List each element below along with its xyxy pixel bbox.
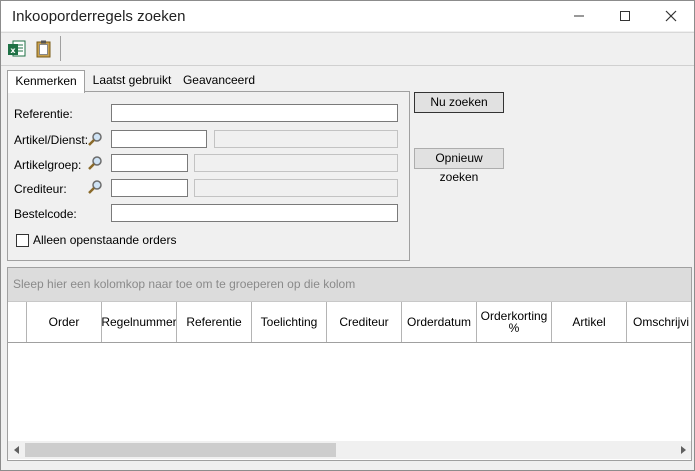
open-orders-checkbox[interactable] (16, 234, 29, 247)
close-icon (665, 10, 677, 22)
scroll-left-button[interactable] (8, 441, 25, 459)
bestelcode-label: Bestelcode: (14, 207, 77, 221)
artikelgroep-label: Artikelgroep: (14, 158, 82, 172)
column-header-artikel[interactable]: Artikel (552, 302, 627, 342)
clipboard-button[interactable] (33, 38, 55, 60)
maximize-icon (620, 11, 630, 21)
close-button[interactable] (648, 1, 694, 31)
results-grid: Sleep hier een kolomkop naar toe om te g… (7, 267, 692, 461)
group-by-panel[interactable]: Sleep hier een kolomkop naar toe om te g… (8, 268, 691, 301)
magnifier-icon[interactable] (87, 179, 103, 195)
open-orders-label[interactable]: Alleen openstaande orders (33, 233, 176, 247)
clipboard-icon (36, 40, 51, 58)
column-header-indicator[interactable] (8, 302, 27, 342)
minimize-icon (574, 15, 584, 17)
maximize-button[interactable] (602, 1, 648, 31)
group-by-hint: Sleep hier een kolomkop naar toe om te g… (13, 277, 356, 291)
artikel-label: Artikel/Dienst: (14, 133, 89, 147)
excel-export-icon: x (8, 40, 26, 57)
magnifier-icon[interactable] (87, 131, 103, 147)
horizontal-scrollbar[interactable] (8, 441, 691, 459)
column-header-order[interactable]: Order (27, 302, 102, 342)
search-now-button[interactable]: Nu zoeken (414, 92, 504, 113)
crediteur-label: Crediteur: (14, 182, 67, 196)
bestelcode-input[interactable] (111, 204, 398, 222)
crediteur-code-input[interactable] (111, 179, 188, 197)
artikelgroep-description-field (194, 154, 398, 172)
export-excel-button[interactable]: x (6, 38, 28, 60)
referentie-input[interactable] (111, 104, 398, 122)
scroll-right-button[interactable] (674, 441, 691, 459)
svg-text:x: x (10, 46, 16, 55)
toolbar: x (1, 32, 694, 66)
toolbar-separator (60, 36, 61, 61)
column-header-crediteur[interactable]: Crediteur (327, 302, 402, 342)
referentie-label: Referentie: (14, 107, 73, 121)
column-header-referentie[interactable]: Referentie (177, 302, 252, 342)
crediteur-description-field (194, 179, 398, 197)
column-header-orderkorting[interactable]: Orderkorting % (477, 302, 552, 342)
minimize-button[interactable] (556, 1, 602, 31)
tab-kenmerken[interactable]: Kenmerken (7, 70, 85, 93)
column-header-toelichting[interactable]: Toelichting (252, 302, 327, 342)
tab-laatst-gebruikt[interactable]: Laatst gebruikt (85, 70, 179, 90)
column-header-orderdatum[interactable]: Orderdatum (402, 302, 477, 342)
horizontal-scroll-thumb[interactable] (25, 443, 336, 457)
grid-header-row: Order Regelnummer Referentie Toelichting… (8, 301, 691, 343)
title-bar: Inkooporderregels zoeken (1, 1, 694, 31)
tab-geavanceerd[interactable]: Geavanceerd (179, 70, 259, 90)
window-title: Inkooporderregels zoeken (12, 8, 186, 25)
search-window: Inkooporderregels zoeken x Kenmerken Laa… (0, 0, 695, 471)
column-header-regelnummer[interactable]: Regelnummer (102, 302, 177, 342)
artikel-code-input[interactable] (111, 130, 207, 148)
column-header-omschrijving[interactable]: Omschrijvi (627, 302, 691, 342)
artikelgroep-code-input[interactable] (111, 154, 188, 172)
artikel-description-field (214, 130, 398, 148)
search-again-button[interactable]: Opnieuw zoeken (414, 148, 504, 184)
magnifier-icon[interactable] (87, 155, 103, 171)
chevron-right-icon (681, 446, 686, 454)
tab-panel-kenmerken: Referentie: Artikel/Dienst: Artikelgroep… (7, 91, 410, 261)
chevron-left-icon (14, 446, 19, 454)
